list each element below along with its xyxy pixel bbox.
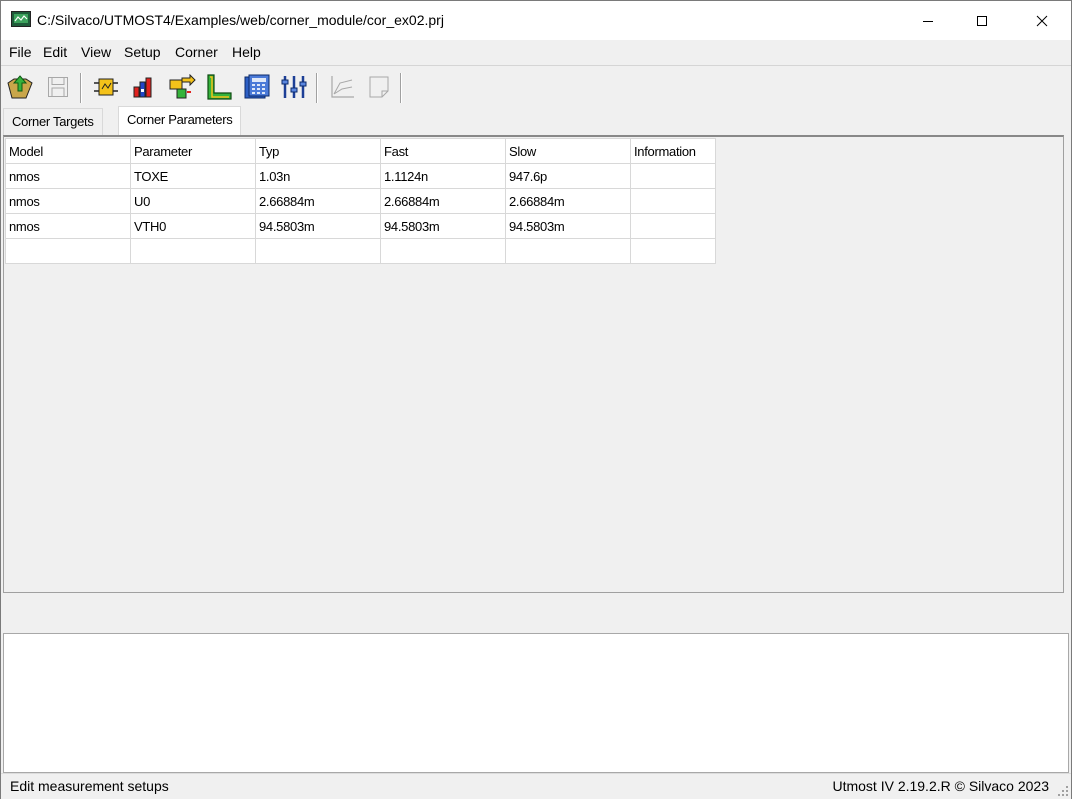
cell-typ[interactable]: 94.5803m xyxy=(255,213,381,239)
cell-information[interactable] xyxy=(630,213,716,239)
parameters-table: Model Parameter Typ Fast Slow Information nmos… xyxy=(5,138,716,264)
chart-icon[interactable] xyxy=(129,72,159,102)
calculator-icon[interactable] xyxy=(242,72,272,102)
table-row: nmos VTH0 94.5803m 94.5803m 94.5803m xyxy=(5,213,716,239)
menu-file[interactable]: File xyxy=(8,44,33,61)
cell-model[interactable]: nmos xyxy=(5,213,131,239)
minimize-button[interactable] xyxy=(905,1,951,40)
cell-typ[interactable]: 2.66884m xyxy=(255,188,381,214)
cell-typ[interactable] xyxy=(255,238,381,264)
cell-model[interactable]: nmos xyxy=(5,163,131,189)
header-fast[interactable]: Fast xyxy=(380,138,506,164)
header-slow[interactable]: Slow xyxy=(505,138,631,164)
toolbar xyxy=(1,67,1071,107)
maximize-button[interactable] xyxy=(959,1,1005,40)
plot-icon[interactable] xyxy=(327,72,357,102)
output-area[interactable] xyxy=(3,633,1069,773)
app-window: C:/Silvaco/UTMOST4/Examples/web/corner_m… xyxy=(0,0,1072,799)
module-icon[interactable] xyxy=(91,72,121,102)
table-row xyxy=(5,238,716,264)
menu-corner[interactable]: Corner xyxy=(174,44,219,61)
status-message: Edit measurement setups xyxy=(10,778,169,794)
table-row: nmos TOXE 1.03n 1.1124n 947.6p xyxy=(5,163,716,189)
resize-grip-icon[interactable] xyxy=(1057,785,1069,797)
corner-parameters-panel: Model Parameter Typ Fast Slow Information nmos… xyxy=(3,135,1064,593)
minimize-icon xyxy=(923,20,933,22)
window-title: C:/Silvaco/UTMOST4/Examples/web/corner_m… xyxy=(37,12,444,28)
toolbar-separator xyxy=(316,73,318,103)
toolbar-separator xyxy=(400,73,402,103)
menu-view[interactable]: View xyxy=(80,44,112,61)
toolbar-separator xyxy=(80,73,82,103)
tab-corner-targets[interactable]: Corner Targets xyxy=(3,108,103,135)
cell-slow[interactable]: 2.66884m xyxy=(505,188,631,214)
menu-setup[interactable]: Setup xyxy=(123,44,162,61)
cell-typ[interactable]: 1.03n xyxy=(255,163,381,189)
version-info: Utmost IV 2.19.2.R © Silvaco 2023 xyxy=(832,778,1049,794)
cell-fast[interactable]: 94.5803m xyxy=(380,213,506,239)
page-icon[interactable] xyxy=(364,72,394,102)
setup-icon[interactable] xyxy=(204,72,234,102)
table-row: nmos U0 2.66884m 2.66884m 2.66884m xyxy=(5,188,716,214)
menu-bar: File Edit View Setup Corner Help xyxy=(1,40,1071,66)
cell-slow[interactable]: 94.5803m xyxy=(505,213,631,239)
save-icon[interactable] xyxy=(43,72,73,102)
header-information[interactable]: Information xyxy=(630,138,716,164)
app-icon xyxy=(11,11,31,27)
cell-parameter[interactable]: TOXE xyxy=(130,163,256,189)
header-typ[interactable]: Typ xyxy=(255,138,381,164)
cell-fast[interactable] xyxy=(380,238,506,264)
menu-edit[interactable]: Edit xyxy=(42,44,68,61)
cell-model[interactable] xyxy=(5,238,131,264)
table-header-row: Model Parameter Typ Fast Slow Information xyxy=(5,138,716,164)
maximize-icon xyxy=(977,15,987,26)
cell-information[interactable] xyxy=(630,163,716,189)
cell-slow[interactable]: 947.6p xyxy=(505,163,631,189)
cell-fast[interactable]: 1.1124n xyxy=(380,163,506,189)
cell-information[interactable] xyxy=(630,188,716,214)
sliders-icon[interactable] xyxy=(279,72,309,102)
cell-information[interactable] xyxy=(630,238,716,264)
title-bar: C:/Silvaco/UTMOST4/Examples/web/corner_m… xyxy=(1,1,1071,40)
cell-slow[interactable] xyxy=(505,238,631,264)
close-icon xyxy=(1036,15,1048,26)
transfer-icon[interactable] xyxy=(167,72,197,102)
header-model[interactable]: Model xyxy=(5,138,131,164)
status-bar: Edit measurement setups Utmost IV 2.19.2… xyxy=(1,773,1071,799)
menu-help[interactable]: Help xyxy=(231,44,262,61)
cell-parameter[interactable] xyxy=(130,238,256,264)
cell-model[interactable]: nmos xyxy=(5,188,131,214)
header-parameter[interactable]: Parameter xyxy=(130,138,256,164)
tab-corner-parameters[interactable]: Corner Parameters xyxy=(118,106,242,136)
close-button[interactable] xyxy=(1019,1,1065,40)
cell-fast[interactable]: 2.66884m xyxy=(380,188,506,214)
open-project-icon[interactable] xyxy=(5,72,35,102)
cell-parameter[interactable]: VTH0 xyxy=(130,213,256,239)
cell-parameter[interactable]: U0 xyxy=(130,188,256,214)
